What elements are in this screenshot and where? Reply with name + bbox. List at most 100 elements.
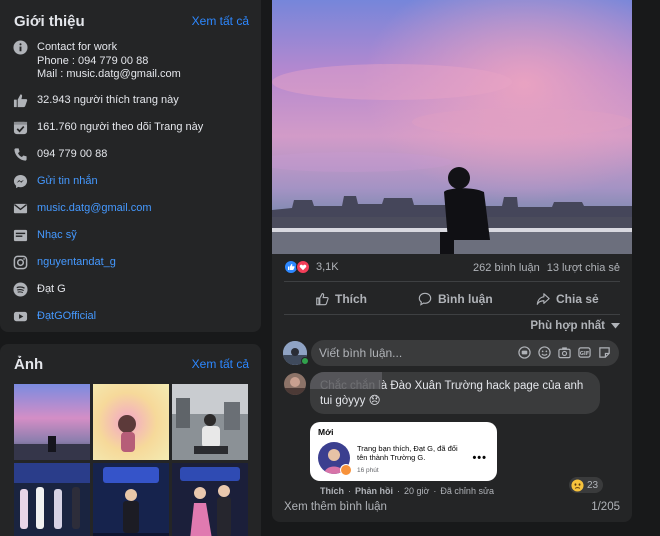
notification-attachment[interactable]: Mới Trang bạn thích, Đạt G, đã đổi tên t… <box>310 422 497 481</box>
category-icon <box>13 228 28 243</box>
phone-icon <box>13 147 28 162</box>
contact-line: Contact for work <box>37 41 118 53</box>
like-button[interactable]: Thích <box>315 292 367 306</box>
like-love-reaction-icon <box>284 260 310 274</box>
photo-grid <box>14 384 248 536</box>
youtube-link[interactable]: ĐạtGOfficial <box>37 310 96 324</box>
blurred-commenter-name <box>310 372 382 389</box>
separator-dot: · <box>348 486 351 496</box>
category-row: Nhạc sỹ <box>0 229 261 243</box>
camera-icon[interactable] <box>558 346 571 359</box>
more-options-icon[interactable]: ••• <box>472 452 487 464</box>
follow-check-icon <box>13 120 28 135</box>
thumbs-up-icon <box>13 93 28 108</box>
emoji-icon[interactable] <box>538 346 551 359</box>
photo-thumbnail[interactable] <box>172 463 248 536</box>
intro-see-all-link[interactable]: Xem tất cả <box>192 14 249 28</box>
category-link[interactable]: Nhạc sỹ <box>37 229 77 243</box>
likes-row: 32.943 người thích trang này <box>0 94 261 108</box>
avatar-sticker-icon[interactable] <box>518 346 531 359</box>
email-row: music.datg@gmail.com <box>0 202 261 216</box>
youtube-row: ĐạtGOfficial <box>0 310 261 324</box>
photo-thumbnail[interactable] <box>93 384 169 460</box>
notification-text: Trang bạn thích, Đạt G, đã đổi tên thành… <box>357 444 458 462</box>
intro-title: Giới thiệu <box>14 12 85 30</box>
photos-see-all-link[interactable]: Xem tất cả <box>192 357 249 371</box>
instagram-link[interactable]: nguyentandat_g <box>37 256 116 270</box>
contact-line: Mail : music.datg@gmail.com <box>37 68 181 80</box>
intro-card: Giới thiệu Xem tất cả Contact for work P… <box>0 0 261 332</box>
commenter-avatar-image <box>284 373 306 395</box>
info-icon <box>13 40 28 55</box>
contact-line: Phone : 094 779 00 88 <box>37 54 149 67</box>
page-badge-icon <box>340 464 352 476</box>
gif-icon[interactable]: GIF <box>578 346 591 359</box>
comment-sort-dropdown[interactable]: Phù hợp nhất <box>530 320 620 332</box>
phone-row: 094 779 00 88 <box>0 148 261 162</box>
comment-bubble: Chắc chắn là Đào Xuân Trường hack page c… <box>310 372 600 414</box>
separator-dot: · <box>433 486 437 496</box>
photo-thumbnail[interactable] <box>14 463 90 536</box>
comment-button[interactable]: Bình luận <box>418 292 493 306</box>
photo-thumbnail[interactable] <box>93 463 169 536</box>
engagement-stats: 262 bình luận 13 lượt chia sẻ <box>473 262 620 274</box>
comment-reaction-summary[interactable]: 23 <box>569 477 604 493</box>
photo-thumbnail[interactable] <box>172 384 248 460</box>
email-link[interactable]: music.datg@gmail.com <box>37 202 151 216</box>
followers-row: 161.760 người theo dõi Trang này <box>0 121 261 135</box>
comment-icon <box>418 292 432 306</box>
likes-text: 32.943 người thích trang này <box>37 93 179 106</box>
spotify-icon <box>13 281 28 297</box>
online-status-dot <box>301 357 309 365</box>
comment-reply-link[interactable]: Phản hồi <box>355 486 393 496</box>
spotify-row: Đạt G <box>0 281 261 297</box>
messenger-icon <box>13 174 28 189</box>
like-label: Thích <box>335 292 367 306</box>
post-card: 3,1K 262 bình luận 13 lượt chia sẻ Thích… <box>272 0 632 522</box>
notification-heading: Mới <box>318 427 334 437</box>
spotify-text: Đạt G <box>37 282 66 295</box>
svg-text:GIF: GIF <box>580 351 590 357</box>
comment-time: 20 giờ <box>404 486 430 496</box>
comment-label: Bình luận <box>438 292 493 306</box>
comments-count-link[interactable]: 262 bình luận <box>473 262 540 274</box>
share-icon <box>536 293 550 305</box>
reaction-summary[interactable]: 3,1K <box>284 260 339 274</box>
photo-thumbnail[interactable] <box>14 384 90 460</box>
instagram-row: nguyentandat_g <box>0 255 261 270</box>
post-photo[interactable] <box>272 0 632 254</box>
photos-card: Ảnh Xem tất cả <box>0 344 261 536</box>
comment-edited-label: Đã chỉnh sửa <box>440 486 494 496</box>
comment-meta: Thích · Phản hồi · 20 giờ · Đã chỉnh sửa <box>320 486 494 496</box>
notification-time: 16 phút <box>357 467 379 474</box>
sticker-icon[interactable] <box>598 346 611 359</box>
comment-input[interactable]: Viết bình luận... GIF <box>311 340 619 366</box>
sad-reaction-icon <box>571 478 584 492</box>
comment-like-link[interactable]: Thích <box>320 486 344 496</box>
send-message-link[interactable]: Gửi tin nhắn <box>37 175 98 189</box>
composer-tools: GIF <box>518 346 611 359</box>
instagram-icon <box>13 255 28 270</box>
commenter-avatar[interactable] <box>284 373 306 395</box>
share-button[interactable]: Chia sẻ <box>536 292 599 306</box>
comment-pager: 1/205 <box>591 501 620 513</box>
divider <box>284 281 620 282</box>
shares-count-link[interactable]: 13 lượt chia sẻ <box>547 262 620 274</box>
photos-title: Ảnh <box>14 355 44 373</box>
caret-down-icon <box>611 323 620 329</box>
youtube-icon <box>13 309 28 324</box>
messenger-row: Gửi tin nhắn <box>0 174 261 189</box>
sort-label: Phù hợp nhất <box>530 320 605 332</box>
view-more-comments-link[interactable]: Xem thêm bình luận <box>284 501 387 513</box>
comment-placeholder: Viết bình luận... <box>319 346 403 360</box>
envelope-icon <box>13 201 28 216</box>
reaction-count: 3,1K <box>316 261 339 273</box>
photos-header: Ảnh Xem tất cả <box>0 344 261 382</box>
share-label: Chia sẻ <box>556 292 599 306</box>
thumbs-up-outline-icon <box>316 293 329 306</box>
intro-header: Giới thiệu Xem tất cả <box>0 0 261 40</box>
followers-text: 161.760 người theo dõi Trang này <box>37 120 204 133</box>
divider <box>284 314 620 315</box>
comment-reaction-count: 23 <box>587 479 599 491</box>
separator-dot: · <box>397 486 400 496</box>
